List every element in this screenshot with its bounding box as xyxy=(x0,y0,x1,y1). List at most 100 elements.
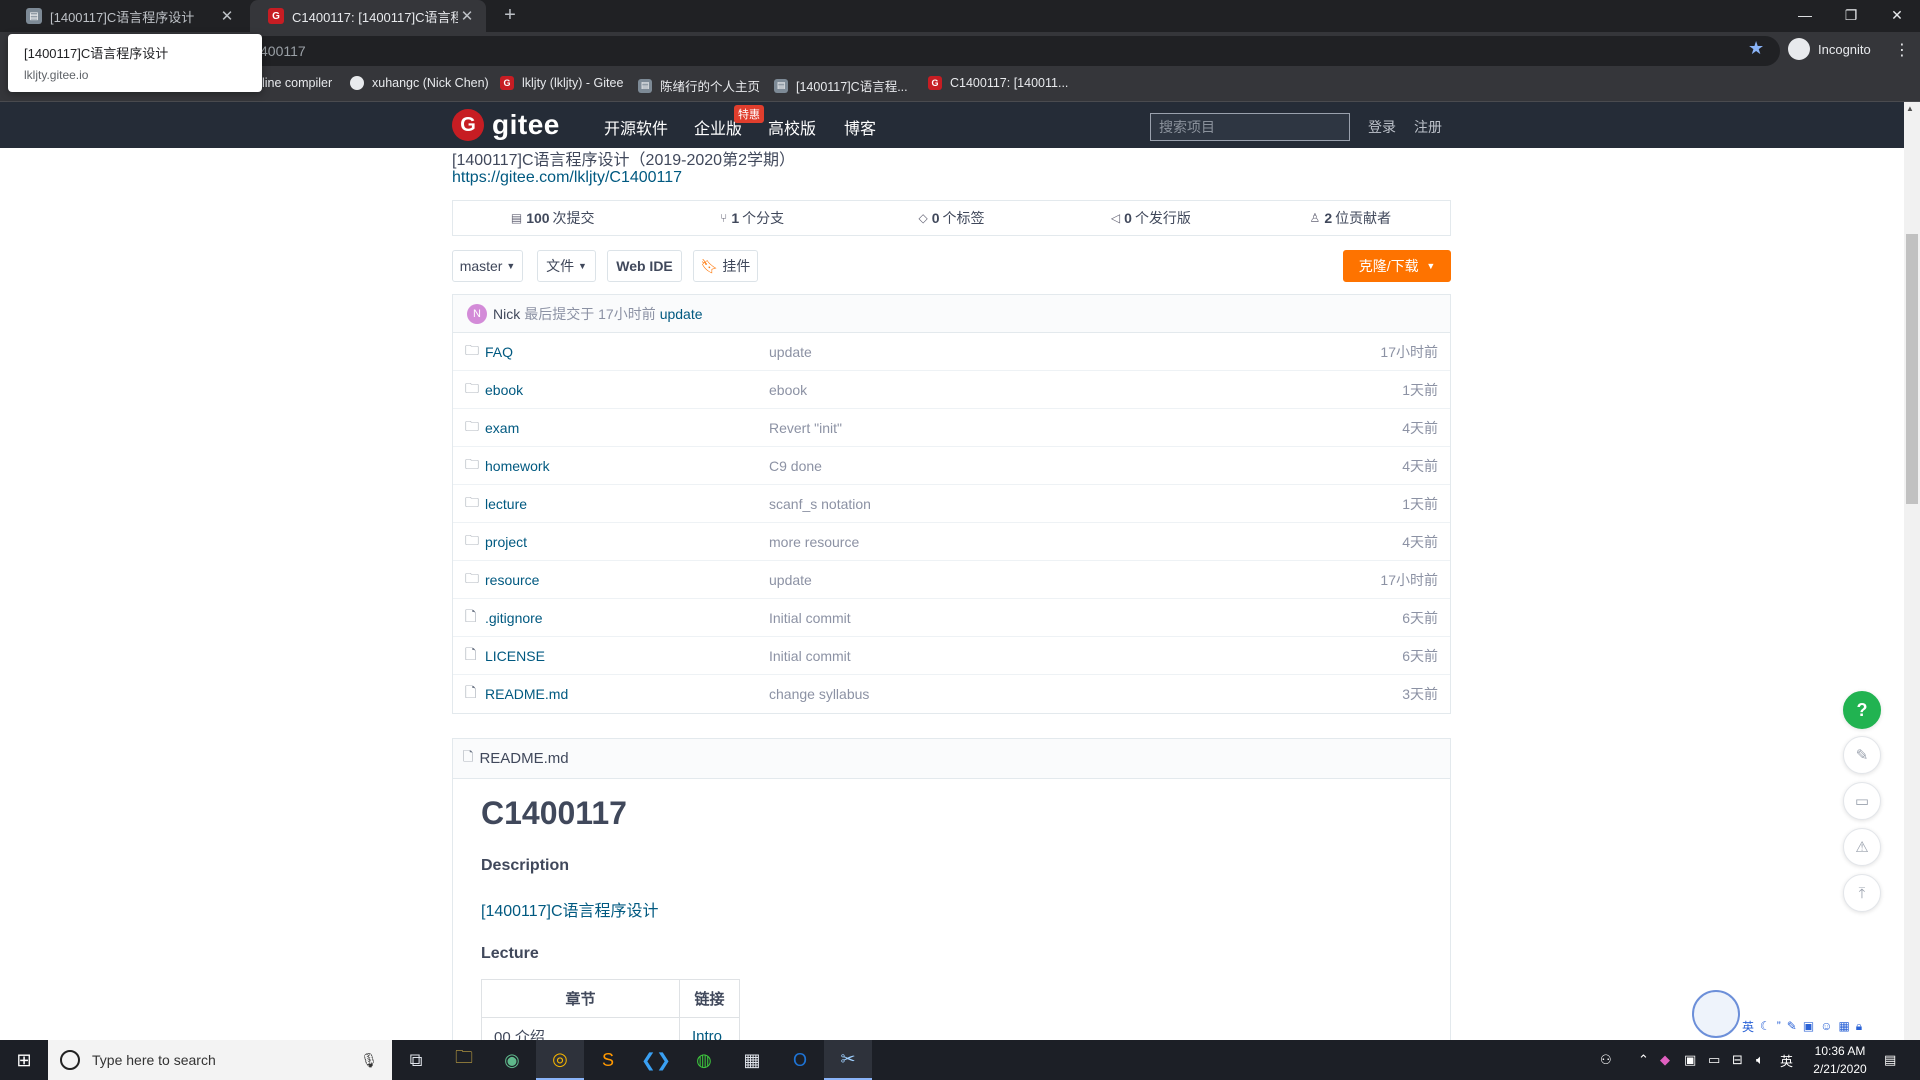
file-name[interactable]: resource xyxy=(485,572,539,588)
bookmark-xuhangc[interactable]: xuhangc (Nick Chen) xyxy=(350,76,489,90)
taskbar-search-box[interactable]: Type here to search 🎙︎ xyxy=(48,1040,392,1080)
stat-contributors[interactable]: ♙ 2 位贡献者 xyxy=(1251,201,1450,235)
punctuation-icon[interactable]: ” xyxy=(1777,1019,1781,1033)
scroll-up-arrow-icon[interactable]: ▲ xyxy=(1906,104,1914,113)
nav-blog[interactable]: 博客 xyxy=(844,115,876,139)
minimize-button[interactable]: — xyxy=(1782,0,1828,32)
tab-c1400117[interactable]: G C1400117: [1400117]C语言程序设... ✕ xyxy=(250,0,486,32)
file-commit-message[interactable]: Initial commit xyxy=(769,610,851,626)
file-row[interactable]: 🗀︎ lecture scanf_s notation 1天前 xyxy=(453,485,1450,523)
emoji-icon[interactable]: ☺ xyxy=(1820,1019,1832,1033)
microphone-icon[interactable]: 🎙︎ xyxy=(360,1052,378,1069)
file-commit-message[interactable]: update xyxy=(769,344,812,360)
stat-tags[interactable]: ◇ 0 个标签 xyxy=(852,201,1051,235)
file-commit-message[interactable]: scanf_s notation xyxy=(769,496,871,512)
file-row[interactable]: 🗀︎ FAQ update 17小时前 xyxy=(453,333,1450,371)
file-commit-message[interactable]: Revert "init" xyxy=(769,420,842,436)
bookmark-chenxuhang[interactable]: ▤ 陈绪行的个人主页 xyxy=(638,76,760,95)
ime-toolbar[interactable]: 英 ☾ ” ✎ ▣ ☺ ▦ 🔒︎ xyxy=(1742,1016,1910,1036)
battery-icon[interactable]: ▭ xyxy=(1708,1040,1720,1080)
clipboard-icon[interactable]: ▣ xyxy=(1803,1019,1814,1033)
stat-releases[interactable]: ◁ 0 个发行版 xyxy=(1051,201,1250,235)
file-explorer-icon[interactable]: 🗀︎ xyxy=(440,1040,488,1080)
comment-icon[interactable]: ▭ xyxy=(1843,782,1881,820)
outlook-icon[interactable]: O xyxy=(776,1040,824,1080)
back-to-top-icon[interactable]: ⤒ xyxy=(1843,874,1881,912)
file-row[interactable]: 🗋︎ README.md change syllabus 3天前 xyxy=(453,675,1450,713)
people-icon[interactable]: ⚇ xyxy=(1600,1040,1612,1080)
taskbar-clock[interactable]: 10:36 AM 2/21/2020 xyxy=(1800,1042,1880,1078)
bookmark-1400117[interactable]: ▤ [1400117]C语言程... xyxy=(774,76,908,95)
windows-start-icon[interactable]: ⊞ xyxy=(0,1040,48,1080)
close-icon[interactable]: ✕ xyxy=(458,7,476,25)
file-name[interactable]: ebook xyxy=(485,382,523,398)
file-row[interactable]: 🗀︎ ebook ebook 1天前 xyxy=(453,371,1450,409)
url-input[interactable]: 400117 xyxy=(150,36,1780,66)
project-homepage-link[interactable]: https://gitee.com/lkljty/C1400117 xyxy=(452,169,682,187)
bookmark-online-compiler[interactable]: line compiler xyxy=(262,76,332,90)
nav-open-source[interactable]: 开源软件 xyxy=(604,115,668,139)
branch-select[interactable]: master ▼ xyxy=(452,250,523,282)
web-ide-button[interactable]: Web IDE xyxy=(607,250,682,282)
close-icon[interactable]: ✕ xyxy=(218,7,236,25)
file-row[interactable]: 🗀︎ resource update 17小时前 xyxy=(453,561,1450,599)
plugin-button[interactable]: 🔖︎ 挂件 xyxy=(693,250,758,282)
ime-language[interactable]: 英 xyxy=(1742,1018,1754,1035)
gitee-logo[interactable]: G gitee xyxy=(452,109,560,141)
file-name[interactable]: homework xyxy=(485,458,550,474)
file-commit-message[interactable]: ebook xyxy=(769,382,807,398)
scrollbar-thumb[interactable] xyxy=(1906,234,1918,504)
moon-icon[interactable]: ☾ xyxy=(1760,1019,1771,1033)
file-dropdown-button[interactable]: 文件 ▼ xyxy=(537,250,596,282)
tray-app-icon[interactable]: ◆ xyxy=(1660,1040,1670,1080)
file-row[interactable]: 🗋︎ LICENSE Initial commit 6天前 xyxy=(453,637,1450,675)
nav-education[interactable]: 高校版 xyxy=(768,115,816,139)
file-name[interactable]: lecture xyxy=(485,496,527,512)
readme-description-link[interactable]: [1400117]C语言程序设计 xyxy=(481,897,659,921)
help-button[interactable]: ? xyxy=(1843,691,1881,729)
stat-branches[interactable]: ⑂ 1 个分支 xyxy=(652,201,851,235)
edit-icon[interactable]: ✎ xyxy=(1843,736,1881,774)
project-search-input[interactable]: 搜索项目 xyxy=(1150,113,1350,141)
new-tab-button[interactable]: + xyxy=(498,4,522,28)
file-name[interactable]: project xyxy=(485,534,527,550)
file-name[interactable]: exam xyxy=(485,420,519,436)
snipping-tool-icon[interactable]: ✂ xyxy=(824,1040,872,1080)
task-view-icon[interactable]: ⧉ xyxy=(392,1040,440,1080)
stat-commits[interactable]: ▤ 100 次提交 xyxy=(453,201,652,235)
clone-download-button[interactable]: 克隆/下载 ▼ xyxy=(1343,250,1451,282)
file-commit-message[interactable]: Initial commit xyxy=(769,648,851,664)
show-hidden-icons-chevron-icon[interactable]: ⌃ xyxy=(1638,1040,1649,1080)
lock-icon[interactable]: 🔒︎ xyxy=(1856,1019,1862,1034)
file-row[interactable]: 🗀︎ project more resource 4天前 xyxy=(453,523,1450,561)
avatar[interactable]: N xyxy=(467,303,487,324)
grid-icon[interactable]: ▦ xyxy=(1838,1019,1849,1033)
menu-kebab-icon[interactable]: ⋮ xyxy=(1894,40,1910,60)
notifications-icon[interactable]: ▤ xyxy=(1884,1040,1896,1080)
bookmark-lkljty-gitee[interactable]: Glkljty (lkljty) - Gitee xyxy=(500,76,623,90)
restore-button[interactable]: ❐ xyxy=(1828,0,1874,32)
calculator-icon[interactable]: ▦ xyxy=(728,1040,776,1080)
vscode-icon[interactable]: ❮❯ xyxy=(632,1040,680,1080)
tab-1400117[interactable]: ▤ [1400117]C语言程序设计 ✕ xyxy=(8,0,246,32)
file-commit-message[interactable]: more resource xyxy=(769,534,859,550)
sublime-text-icon[interactable]: S xyxy=(584,1040,632,1080)
volume-icon[interactable]: 🔈︎ xyxy=(1756,1040,1764,1080)
file-row[interactable]: 🗀︎ exam Revert "init" 4天前 xyxy=(453,409,1450,447)
file-name[interactable]: README.md xyxy=(485,686,568,702)
window-close-button[interactable]: ✕ xyxy=(1874,0,1920,32)
commit-author[interactable]: Nick xyxy=(493,306,520,322)
vpn-app-icon[interactable]: ◉ xyxy=(488,1040,536,1080)
file-name[interactable]: FAQ xyxy=(485,344,513,360)
register-link[interactable]: 注册 xyxy=(1414,117,1442,137)
commit-message[interactable]: update xyxy=(660,306,703,322)
bookmark-c1400117[interactable]: G C1400117: [140011... xyxy=(928,76,1068,90)
incognito-indicator[interactable]: Incognito xyxy=(1788,38,1871,60)
file-name[interactable]: LICENSE xyxy=(485,648,545,664)
input-language[interactable]: 英 xyxy=(1780,1040,1793,1080)
file-commit-message[interactable]: update xyxy=(769,572,812,588)
login-link[interactable]: 登录 xyxy=(1368,117,1396,137)
bookmark-star-icon[interactable]: ★ xyxy=(1748,38,1764,59)
file-commit-message[interactable]: change syllabus xyxy=(769,686,869,702)
assistant-robot-icon[interactable] xyxy=(1692,990,1740,1038)
